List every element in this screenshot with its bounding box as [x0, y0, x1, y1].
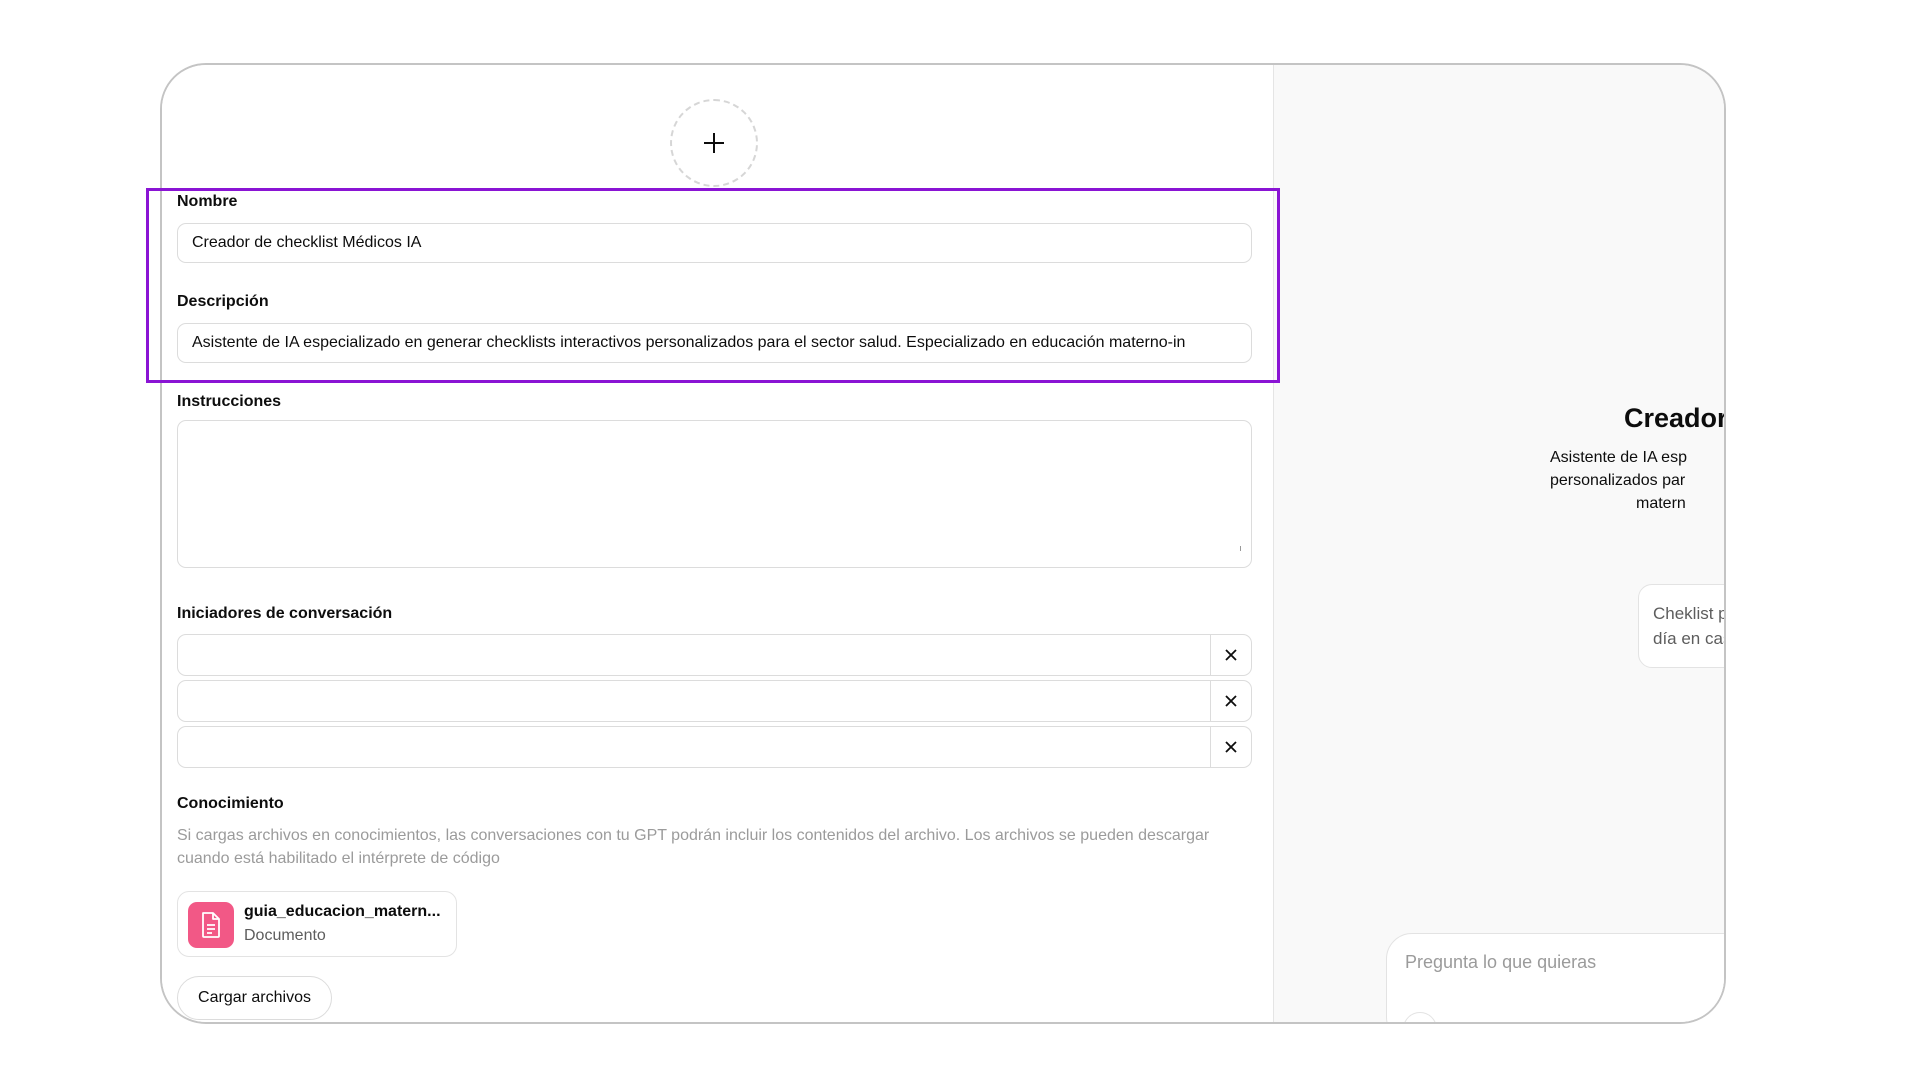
gpt-editor-window: Nombre Creador de checklist Médicos IA D… [160, 63, 1726, 1024]
starter-input-row[interactable] [177, 680, 1252, 722]
name-label: Nombre [177, 193, 238, 210]
chip-line: Cheklist p [1653, 604, 1724, 623]
close-icon [1225, 741, 1237, 753]
configure-panel: Nombre Creador de checklist Médicos IA D… [162, 65, 1273, 1022]
remove-starter-button[interactable] [1211, 635, 1251, 675]
preview-starter-chip[interactable]: Cheklist p día en cas [1638, 584, 1724, 668]
remove-starter-button[interactable] [1211, 681, 1251, 721]
file-type: Documento [244, 927, 326, 944]
knowledge-description: Si cargas archivos en conocimientos, las… [177, 827, 1210, 867]
close-icon [1225, 695, 1237, 707]
preview-panel: Creador Asistente de IA esp personalizad… [1274, 65, 1724, 1022]
instructions-textarea[interactable] [177, 420, 1252, 568]
file-name: guia_educacion_matern... [244, 903, 441, 920]
upload-files-button[interactable]: Cargar archivos [177, 976, 332, 1020]
composer-placeholder: Pregunta lo que quieras [1405, 952, 1597, 972]
preview-gpt-description: Asistente de IA esp personalizados par m… [1550, 446, 1724, 515]
name-input[interactable]: Creador de checklist Médicos IA [177, 223, 1252, 263]
plus-icon [704, 133, 724, 153]
preview-composer[interactable]: Pregunta lo que quieras [1386, 933, 1724, 1022]
starter-input-row[interactable] [177, 634, 1252, 676]
uploaded-file-card[interactable]: guia_educacion_matern... Documento [177, 891, 457, 957]
remove-starter-button[interactable] [1211, 727, 1251, 767]
starter-input-row[interactable] [177, 726, 1252, 768]
preview-description-line: matern [1636, 495, 1686, 512]
resize-handle[interactable] [1236, 546, 1241, 551]
preview-description-line: Asistente de IA esp [1550, 449, 1687, 466]
knowledge-label: Conocimiento [177, 795, 284, 812]
attach-button[interactable] [1403, 1012, 1437, 1022]
starters-label: Iniciadores de conversación [177, 605, 393, 622]
avatar-upload-button[interactable] [670, 99, 758, 187]
close-icon [1225, 649, 1237, 661]
instructions-label: Instrucciones [177, 393, 282, 410]
description-input[interactable]: Asistente de IA especializado en generar… [177, 323, 1252, 363]
chip-line: día en cas [1653, 629, 1724, 648]
preview-gpt-title: Creador [1624, 403, 1724, 433]
preview-description-line: personalizados par [1550, 472, 1686, 489]
description-label: Descripción [177, 293, 269, 310]
document-icon [188, 902, 234, 948]
